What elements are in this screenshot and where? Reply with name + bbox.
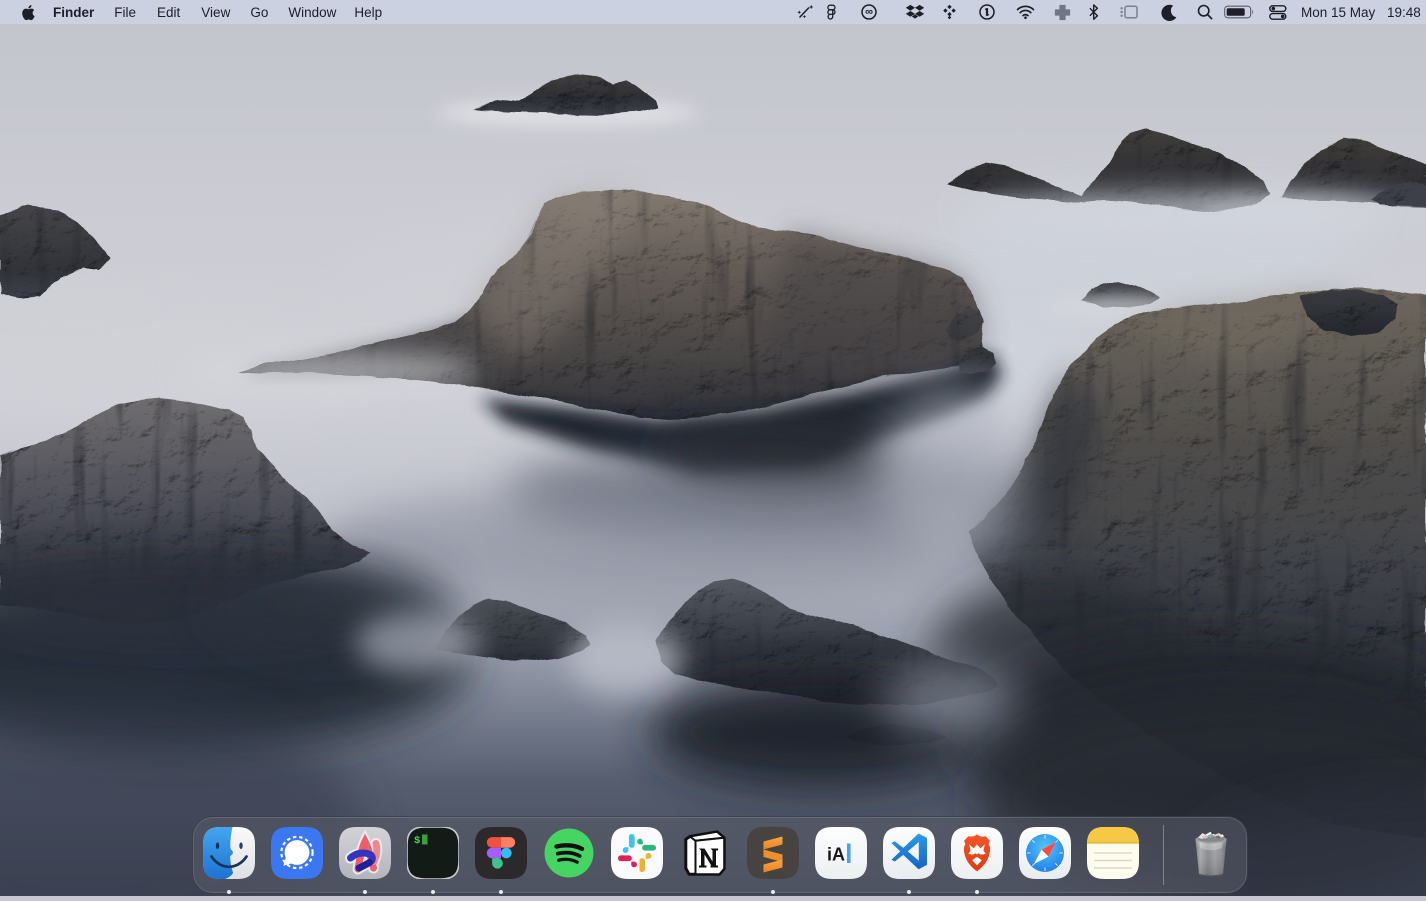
svg-text:iA: iA: [827, 844, 845, 864]
svg-text:∞: ∞: [865, 6, 873, 18]
svg-text:$: $: [414, 835, 420, 847]
